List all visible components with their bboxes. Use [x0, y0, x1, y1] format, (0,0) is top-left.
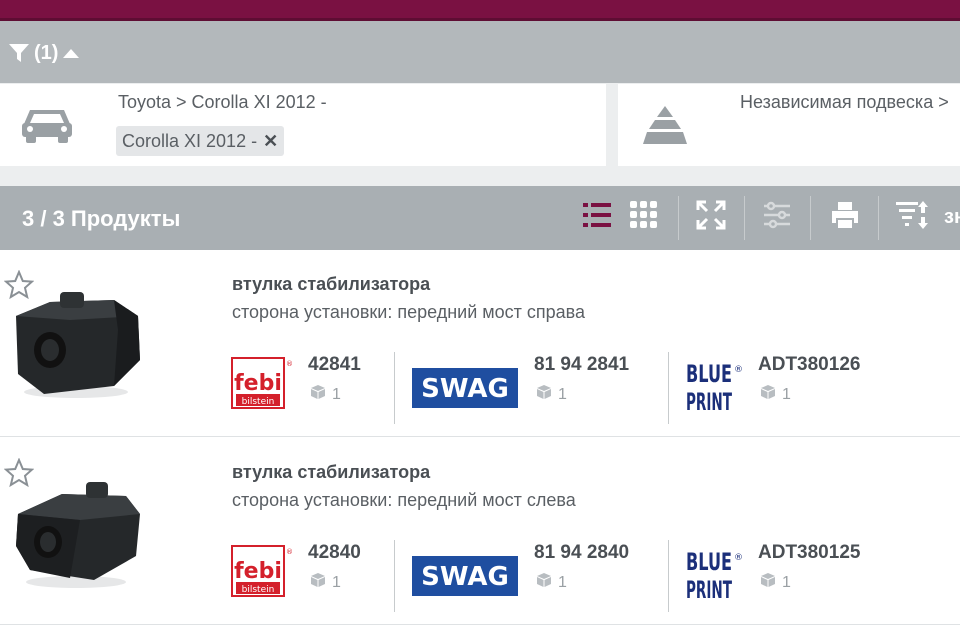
car-icon — [20, 106, 74, 151]
category-label[interactable]: Независимая подвеска > — [740, 92, 949, 113]
box-icon — [760, 384, 776, 405]
svg-text:®: ® — [286, 548, 292, 556]
box-icon — [310, 384, 326, 405]
filter-settings-button[interactable] — [760, 200, 794, 234]
box-icon — [536, 572, 552, 593]
svg-text:febi: febi — [234, 559, 282, 584]
product-row[interactable]: втулка стабилизатора сторона установки: … — [0, 438, 960, 625]
box-icon — [310, 572, 326, 593]
part-number[interactable]: 81 94 2841 — [534, 354, 629, 376]
toolbar-divider — [678, 196, 679, 240]
caret-up-icon — [62, 47, 80, 59]
offer-febi[interactable]: febi bilstein ® 42840 1 — [230, 538, 390, 612]
filter-bar: (1) — [0, 21, 960, 83]
offer-blueprint[interactable]: BLUE PRINT ® ADT380125 1 — [684, 538, 934, 612]
svg-text:febi: febi — [234, 371, 282, 396]
vehicle-chip-label: Corolla XI 2012 - — [122, 130, 258, 151]
part-number[interactable]: ADT380125 — [758, 542, 860, 564]
chip-remove-icon[interactable]: ✕ — [263, 131, 278, 152]
top-accent-bar — [0, 0, 960, 20]
blueprint-logo: BLUE PRINT ® — [684, 544, 748, 609]
category-selection-card[interactable]: Независимая подвеска > — [618, 84, 960, 166]
print-icon — [830, 200, 860, 235]
product-image[interactable] — [10, 474, 142, 594]
offer-swag[interactable]: SWAG 81 94 2841 1 — [412, 350, 652, 424]
svg-text:PRINT: PRINT — [686, 388, 732, 416]
product-spec: сторона установки: передний мост слева — [232, 490, 576, 510]
svg-text:SWAG: SWAG — [421, 562, 509, 592]
quantity: 1 — [310, 384, 341, 405]
filter-icon — [8, 42, 30, 64]
quantity: 1 — [310, 572, 341, 593]
febi-logo: febi bilstein ® — [230, 356, 293, 417]
vehicle-selection-card[interactable]: Toyota > Corolla XI 2012 - Corolla XI 20… — [0, 84, 606, 166]
product-name[interactable]: втулка стабилизатора — [232, 462, 430, 483]
expand-icon — [696, 200, 726, 235]
part-number[interactable]: 81 94 2840 — [534, 542, 629, 564]
svg-text:®: ® — [286, 360, 292, 368]
grid-view-icon — [629, 200, 659, 235]
results-toolbar: 3 / 3 Продукты зн — [0, 186, 960, 250]
febi-logo: febi bilstein ® — [230, 544, 293, 605]
product-row[interactable]: втулка стабилизатора сторона установки: … — [0, 250, 960, 437]
sort-icon — [895, 199, 931, 236]
quantity: 1 — [760, 384, 791, 405]
svg-text:PRINT: PRINT — [686, 576, 732, 604]
svg-text:bilstein: bilstein — [242, 585, 275, 595]
offer-divider — [394, 540, 395, 612]
toolbar-divider — [810, 196, 811, 240]
expand-button[interactable] — [694, 200, 728, 234]
product-name[interactable]: втулка стабилизатора — [232, 274, 430, 295]
filter-count: (1) — [34, 41, 59, 64]
quantity: 1 — [760, 572, 791, 593]
list-view-button[interactable] — [580, 200, 614, 234]
swag-logo: SWAG — [412, 368, 518, 413]
svg-text:bilstein: bilstein — [242, 397, 275, 407]
toolbar-divider — [744, 196, 745, 240]
part-number[interactable]: 42840 — [308, 542, 361, 564]
quantity: 1 — [536, 572, 567, 593]
product-spec: сторона установки: передний мост справа — [232, 302, 586, 322]
filter-sliders-icon — [762, 200, 792, 235]
toolbar-divider — [878, 196, 879, 240]
offer-divider — [394, 352, 395, 424]
quantity: 1 — [536, 384, 567, 405]
svg-text:SWAG: SWAG — [421, 374, 509, 404]
vehicle-breadcrumb[interactable]: Toyota > Corolla XI 2012 - — [118, 92, 327, 113]
sort-button[interactable] — [896, 200, 930, 234]
category-pyramid-icon — [642, 104, 688, 151]
product-image[interactable] — [10, 286, 142, 406]
offer-febi[interactable]: febi bilstein ® 42841 1 — [230, 350, 390, 424]
sort-label[interactable]: зн — [944, 206, 960, 229]
swag-logo: SWAG — [412, 556, 518, 601]
print-button[interactable] — [828, 200, 862, 234]
view-tools: зн — [0, 186, 960, 250]
part-number[interactable]: ADT380126 — [758, 354, 860, 376]
filter-toggle-button[interactable]: (1) — [8, 41, 80, 65]
blueprint-logo: BLUE PRINT ® — [684, 356, 748, 421]
vehicle-filter-chip: Corolla XI 2012 - ✕ — [116, 126, 285, 156]
box-icon — [760, 572, 776, 593]
svg-text:BLUE: BLUE — [686, 548, 732, 576]
offer-divider — [668, 540, 669, 612]
offer-blueprint[interactable]: BLUE PRINT ® ADT380126 1 — [684, 350, 934, 424]
svg-text:®: ® — [734, 553, 743, 563]
svg-text:®: ® — [734, 365, 743, 375]
product-list: втулка стабилизатора сторона установки: … — [0, 250, 960, 630]
svg-text:BLUE: BLUE — [686, 360, 732, 388]
list-view-icon — [582, 201, 612, 234]
box-icon — [536, 384, 552, 405]
offer-swag[interactable]: SWAG 81 94 2840 1 — [412, 538, 652, 612]
grid-view-button[interactable] — [627, 200, 661, 234]
part-number[interactable]: 42841 — [308, 354, 361, 376]
offer-divider — [668, 352, 669, 424]
